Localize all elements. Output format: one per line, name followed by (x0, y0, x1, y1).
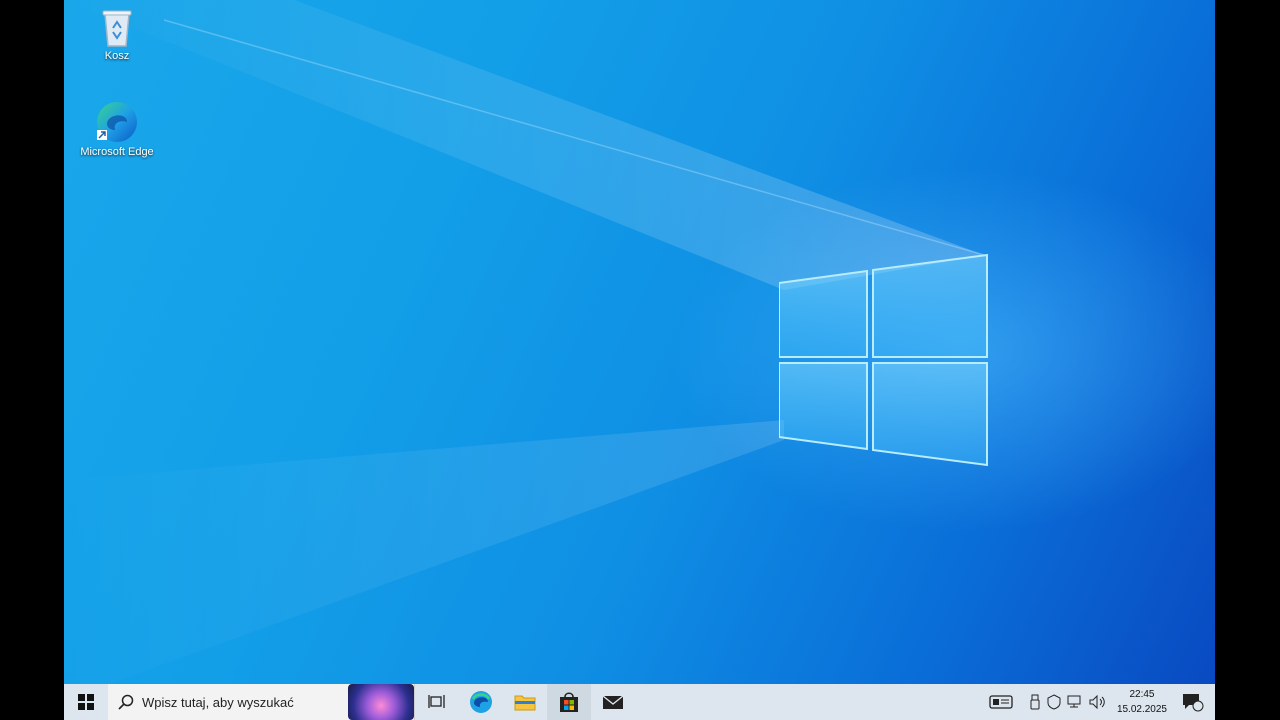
clock[interactable]: 22:45 15.02.2025 (1117, 687, 1167, 717)
search-placeholder: Wpisz tutaj, aby wyszukać (142, 694, 294, 710)
wallpaper-light-beams (64, 0, 985, 700)
security-icon[interactable] (1047, 694, 1061, 710)
network-icon[interactable] (1067, 695, 1083, 709)
store-icon (560, 692, 578, 712)
notification-center-button[interactable] (1179, 692, 1207, 712)
desktop-icon-label: Microsoft Edge (80, 146, 154, 158)
recycle-bin-icon (102, 10, 132, 47)
mail-icon (602, 695, 624, 709)
desktop-icon-edge[interactable]: Microsoft Edge (72, 100, 162, 158)
search-highlight-image[interactable] (348, 684, 414, 720)
clock-time: 22:45 (1129, 689, 1155, 700)
taskbar-store-button[interactable] (547, 684, 591, 720)
clock-date: 15.02.2025 (1116, 704, 1167, 715)
search-icon (118, 694, 134, 710)
notification-icon (1183, 694, 1204, 712)
windows-start-icon (78, 694, 94, 710)
taskbar: Wpisz tutaj, aby wyszukać 22:45 15.02.20… (64, 684, 1215, 720)
volume-icon[interactable] (1089, 695, 1107, 709)
news-widget-icon[interactable] (989, 694, 1013, 710)
task-view-icon (428, 695, 445, 708)
taskbar-mail-button[interactable] (591, 684, 635, 720)
desktop-icon-label: Kosz (104, 50, 130, 62)
search-box[interactable]: Wpisz tutaj, aby wyszukać (108, 684, 415, 720)
taskbar-file-explorer-button[interactable] (503, 684, 547, 720)
start-button[interactable] (64, 684, 108, 720)
edge-icon (470, 691, 492, 713)
taskbar-edge-button[interactable] (459, 684, 503, 720)
windows-logo-wallpaper (779, 253, 988, 467)
desktop: Kosz Microsoft Edge Wpisz tutaj, aby wys… (64, 0, 1215, 720)
task-view-button[interactable] (415, 684, 459, 720)
folder-icon (514, 695, 536, 711)
edge-icon (97, 102, 137, 142)
system-tray: 22:45 15.02.2025 (989, 684, 1215, 720)
usb-device-icon[interactable] (1029, 694, 1041, 710)
desktop-icon-recycle-bin[interactable]: Kosz (72, 8, 162, 62)
